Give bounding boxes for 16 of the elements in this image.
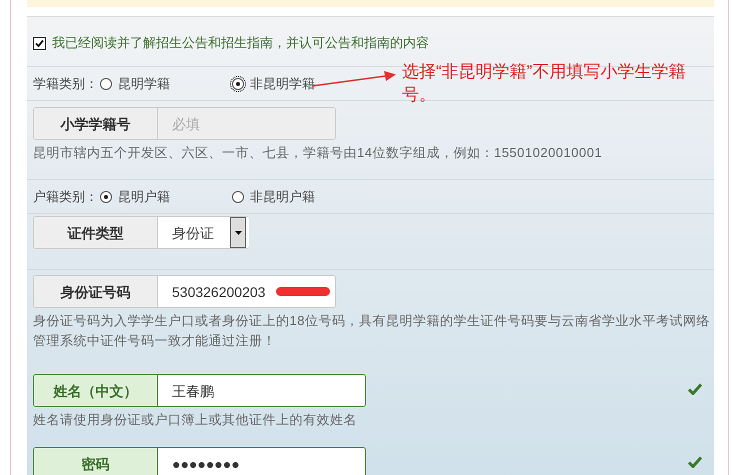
radio-label[interactable]: 非昆明学籍 <box>230 75 315 93</box>
hint-text: 姓名请使用身份证或户口簿上或其他证件上的有效姓名 <box>33 411 358 429</box>
agreement-text: 我已经阅读并了解招生公告和招生指南，并认可公告和指南的内容 <box>52 34 429 52</box>
field-label: 户籍类别： <box>33 188 98 206</box>
annotation-text: 选择“非昆明学籍”不用填写小学生学籍号。 <box>402 61 686 106</box>
radio-button[interactable] <box>100 191 112 203</box>
radio-label[interactable]: 昆明学籍 <box>98 75 170 93</box>
radio-label[interactable]: 昆明户籍 <box>98 188 170 206</box>
radio-button[interactable] <box>232 191 244 203</box>
radio-button[interactable] <box>232 78 244 90</box>
field-label: 学籍类别： <box>33 75 98 93</box>
hint-text: 昆明市辖内五个开发区、六区、一市、七县，学籍号由14位数字组成，例如：15501020010001 <box>33 144 604 162</box>
checkbox[interactable] <box>33 36 46 50</box>
radio-label[interactable]: 非昆明户籍 <box>230 188 315 206</box>
radio-button[interactable] <box>100 78 112 90</box>
hint-text: 身份证号码为入学学生户口或者身份证上的18位号码，具有昆明学籍的学生证件号码要与云南省学业水平考试网络管理系统中证件号码一致才能通过注册！ <box>33 312 711 350</box>
